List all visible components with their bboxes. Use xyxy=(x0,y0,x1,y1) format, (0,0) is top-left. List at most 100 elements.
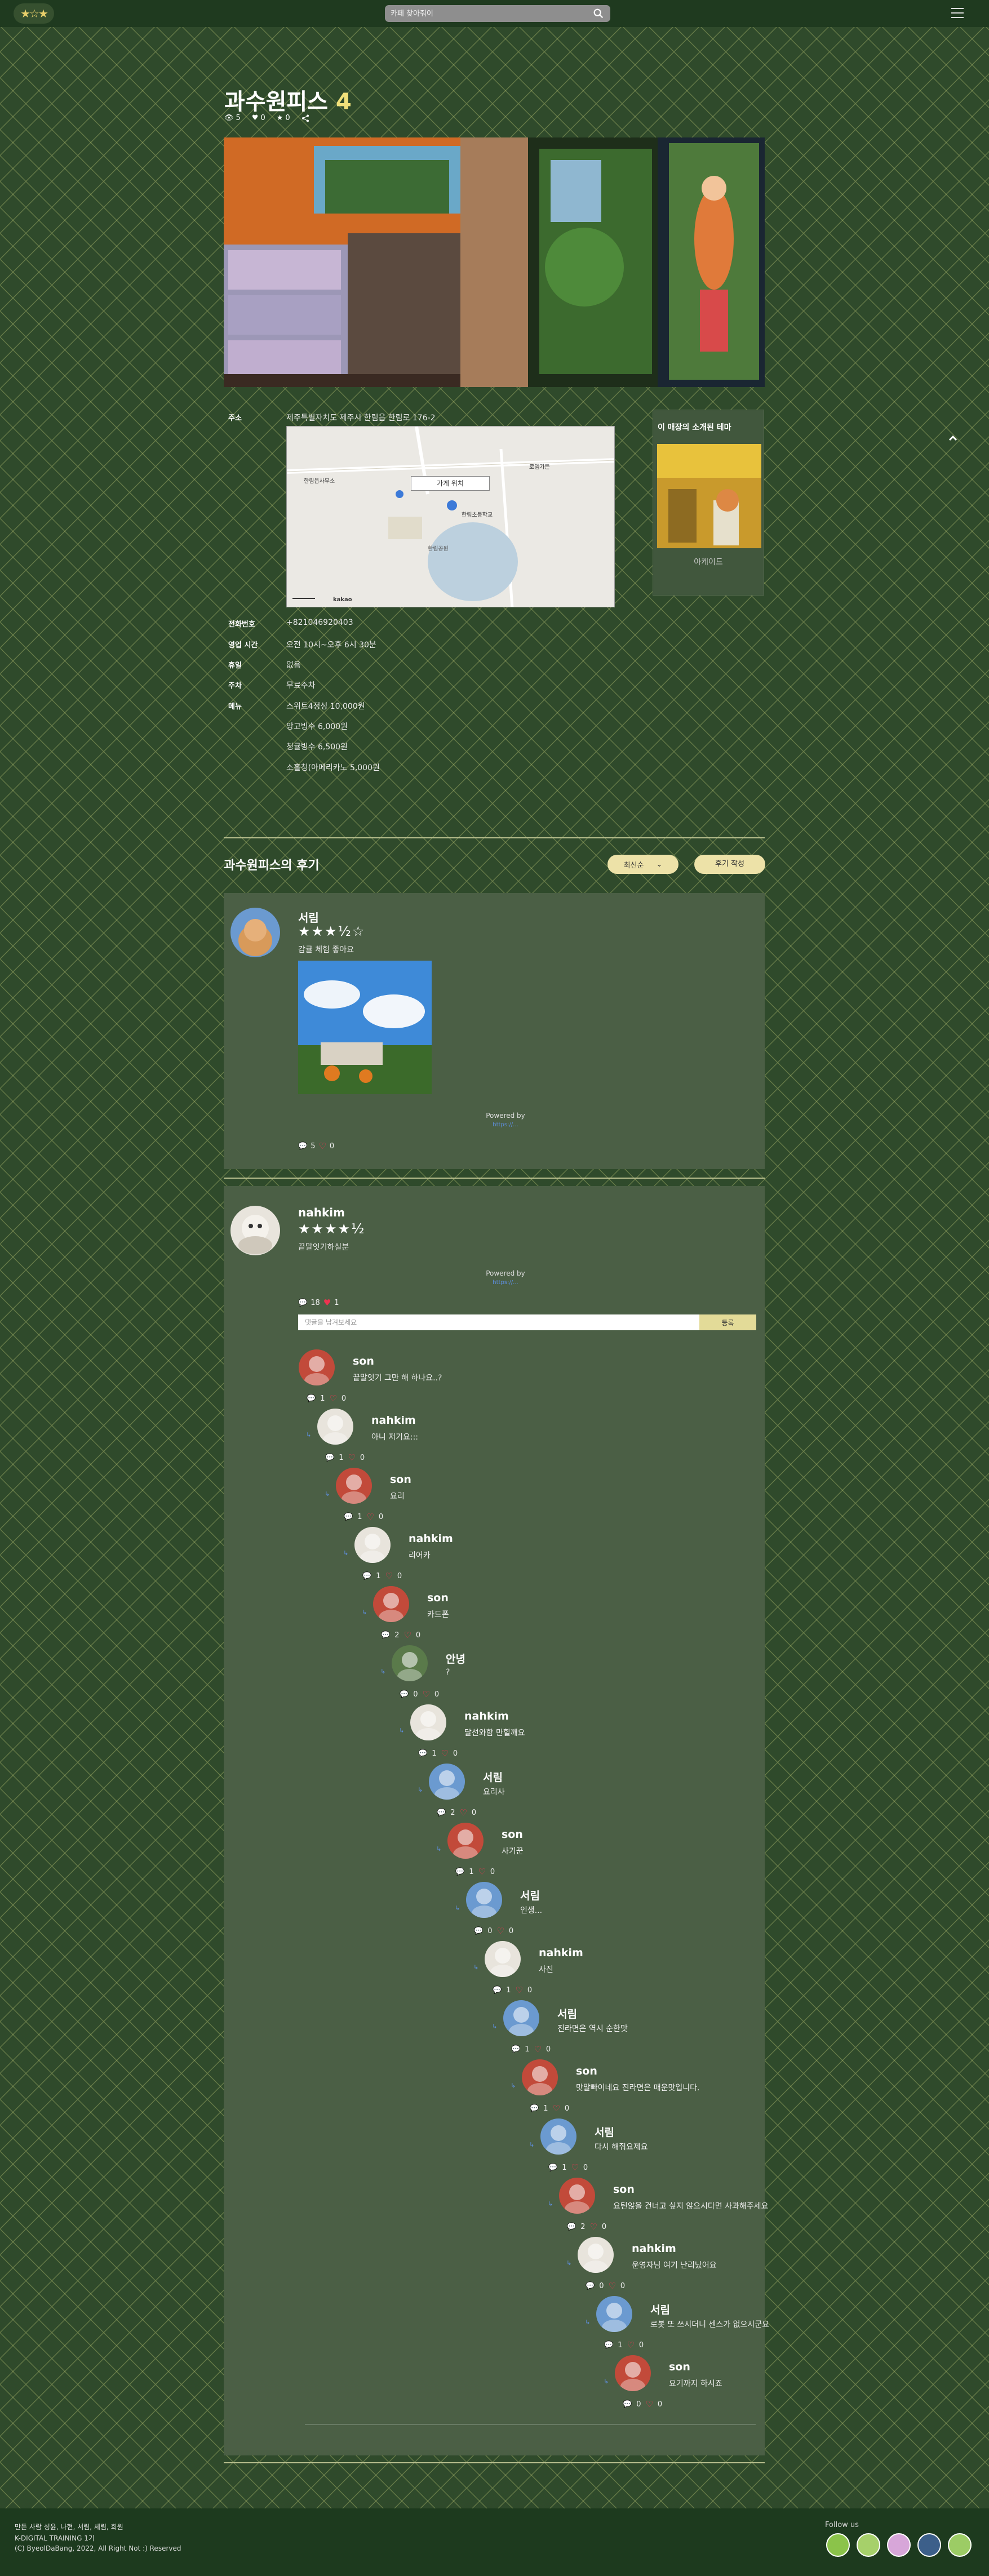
search-bar[interactable] xyxy=(385,5,610,22)
heart-icon[interactable]: ♡ xyxy=(366,1512,374,1522)
reply-icon[interactable]: 💬 xyxy=(548,2164,557,2172)
search-icon[interactable] xyxy=(592,7,605,20)
comment-author[interactable]: 서림 xyxy=(650,2302,670,2317)
comment-author[interactable]: 안녕 xyxy=(446,1651,465,1666)
avatar[interactable] xyxy=(317,1409,353,1445)
reply-icon[interactable]: 💬 xyxy=(362,1572,371,1580)
bookmark-icon[interactable]: ★ xyxy=(277,114,283,122)
avatar[interactable] xyxy=(429,1764,465,1800)
avatar[interactable] xyxy=(596,2296,632,2332)
reply-icon[interactable]: 💬 xyxy=(604,2341,613,2350)
reply-icon[interactable]: 💬 xyxy=(511,2045,520,2054)
reviewer-name[interactable]: nahkim xyxy=(298,1206,345,1219)
reply-icon[interactable]: 💬 xyxy=(530,2104,539,2113)
map-location-button[interactable]: 가게 위치 xyxy=(411,476,490,491)
heart-icon[interactable]: ♡ xyxy=(329,1393,336,1404)
avatar[interactable] xyxy=(392,1645,428,1681)
heart-icon[interactable]: ♡ xyxy=(403,1630,411,1640)
reply-icon[interactable]: 💬 xyxy=(474,1927,483,1935)
comment-author[interactable]: nahkim xyxy=(464,1710,509,1722)
reply-icon[interactable]: 💬 xyxy=(400,1690,409,1699)
heart-icon[interactable]: ♡ xyxy=(589,2222,597,2232)
reply-icon[interactable]: 💬 xyxy=(307,1394,316,1403)
heart-icon[interactable]: ♡ xyxy=(496,1926,504,1936)
comment-icon[interactable]: 💬 xyxy=(298,1142,307,1151)
avatar[interactable] xyxy=(230,1206,280,1255)
comment-author[interactable]: son xyxy=(613,2183,635,2196)
search-input[interactable] xyxy=(391,9,592,18)
powered-link[interactable]: https://... xyxy=(472,1122,539,1128)
heart-icon[interactable]: ♡ xyxy=(318,1141,326,1151)
site-logo[interactable]: ★☆★ xyxy=(14,3,54,24)
review-photo[interactable] xyxy=(298,961,432,1094)
heart-icon[interactable]: ♡ xyxy=(478,1867,485,1877)
avatar[interactable] xyxy=(410,1704,446,1740)
avatar[interactable] xyxy=(485,1941,521,1977)
comment-icon[interactable]: 💬 xyxy=(298,1299,307,1307)
reply-icon[interactable]: 💬 xyxy=(586,2282,595,2290)
comment-submit-button[interactable]: 등록 xyxy=(699,1314,756,1330)
heart-icon[interactable]: ♡ xyxy=(645,2399,653,2409)
avatar[interactable] xyxy=(522,2059,558,2095)
avatar[interactable] xyxy=(466,1882,502,1918)
heart-icon[interactable]: ♡ xyxy=(571,2162,578,2173)
menu-icon[interactable] xyxy=(951,8,964,18)
reviewer-name[interactable]: 서림 xyxy=(298,909,319,925)
social-link-icon[interactable] xyxy=(857,2533,880,2557)
reply-icon[interactable]: 💬 xyxy=(381,1631,390,1640)
sort-dropdown[interactable]: 최신순 ⌄ xyxy=(607,855,678,874)
comment-author[interactable]: nahkim xyxy=(539,1947,583,1959)
social-link-icon[interactable] xyxy=(887,2533,911,2557)
heart-icon[interactable]: ♡ xyxy=(422,1689,429,1699)
comment-author[interactable]: 서림 xyxy=(557,2006,577,2021)
write-review-button[interactable]: 후기 작성 xyxy=(694,855,765,874)
share-button[interactable] xyxy=(301,114,309,122)
comment-author[interactable]: son xyxy=(669,2361,690,2373)
avatar[interactable] xyxy=(230,908,280,957)
avatar[interactable] xyxy=(540,2118,576,2155)
reply-icon[interactable]: 💬 xyxy=(325,1454,334,1462)
social-link-icon[interactable] xyxy=(948,2533,972,2557)
reply-icon[interactable]: 💬 xyxy=(455,1868,464,1876)
comment-author[interactable]: son xyxy=(502,1828,523,1841)
comment-author[interactable]: son xyxy=(390,1473,411,1486)
heart-icon[interactable]: ♡ xyxy=(441,1748,448,1758)
location-map[interactable]: 한림읍사무소 한림초등학교 로뎀가든 한림공원 kakao 가게 위치 xyxy=(286,426,615,607)
heart-icon[interactable]: ♡ xyxy=(627,2340,634,2350)
heart-icon[interactable]: ♡ xyxy=(459,1807,467,1818)
heart-icon[interactable]: ♡ xyxy=(348,1453,355,1463)
avatar[interactable] xyxy=(559,2178,595,2214)
heart-icon[interactable]: ♡ xyxy=(534,2044,541,2054)
avatar[interactable] xyxy=(373,1586,409,1622)
heart-icon[interactable]: ♡ xyxy=(515,1985,522,1995)
comment-author[interactable]: son xyxy=(576,2065,597,2077)
avatar[interactable] xyxy=(578,2237,614,2273)
heart-icon[interactable]: ♡ xyxy=(385,1571,392,1581)
social-link-icon[interactable] xyxy=(917,2533,941,2557)
avatar[interactable] xyxy=(615,2355,651,2391)
reply-icon[interactable]: 💬 xyxy=(344,1513,353,1521)
reply-icon[interactable]: 💬 xyxy=(437,1809,446,1817)
bookmark-stat[interactable]: ★ 0 xyxy=(277,114,290,122)
avatar[interactable] xyxy=(336,1468,372,1504)
reply-icon[interactable]: 💬 xyxy=(418,1749,427,1758)
share-icon[interactable] xyxy=(301,114,309,122)
powered-link[interactable]: https://... xyxy=(472,1280,539,1286)
heart-icon[interactable]: ♥ xyxy=(252,114,259,122)
scroll-top-icon[interactable] xyxy=(947,433,959,444)
heart-icon[interactable]: ♡ xyxy=(552,2103,560,2113)
comment-author[interactable]: son xyxy=(427,1592,449,1604)
reply-icon[interactable]: 💬 xyxy=(493,1986,502,1995)
heart-icon[interactable]: ♥ xyxy=(323,1298,331,1308)
comment-author[interactable]: nahkim xyxy=(409,1533,453,1545)
avatar[interactable] xyxy=(447,1823,484,1859)
reply-icon[interactable]: 💬 xyxy=(623,2400,632,2409)
comment-author[interactable]: 서림 xyxy=(595,2124,614,2139)
social-link-icon[interactable] xyxy=(826,2533,850,2557)
avatar[interactable] xyxy=(299,1349,335,1385)
comment-author[interactable]: 서림 xyxy=(520,1887,540,1903)
theme-card[interactable]: 이 매장의 소개된 테마 아케이드 xyxy=(653,410,764,596)
heart-icon[interactable]: ♡ xyxy=(608,2281,615,2291)
comment-author[interactable]: 서림 xyxy=(483,1769,503,1784)
comment-author[interactable]: son xyxy=(353,1355,374,1367)
